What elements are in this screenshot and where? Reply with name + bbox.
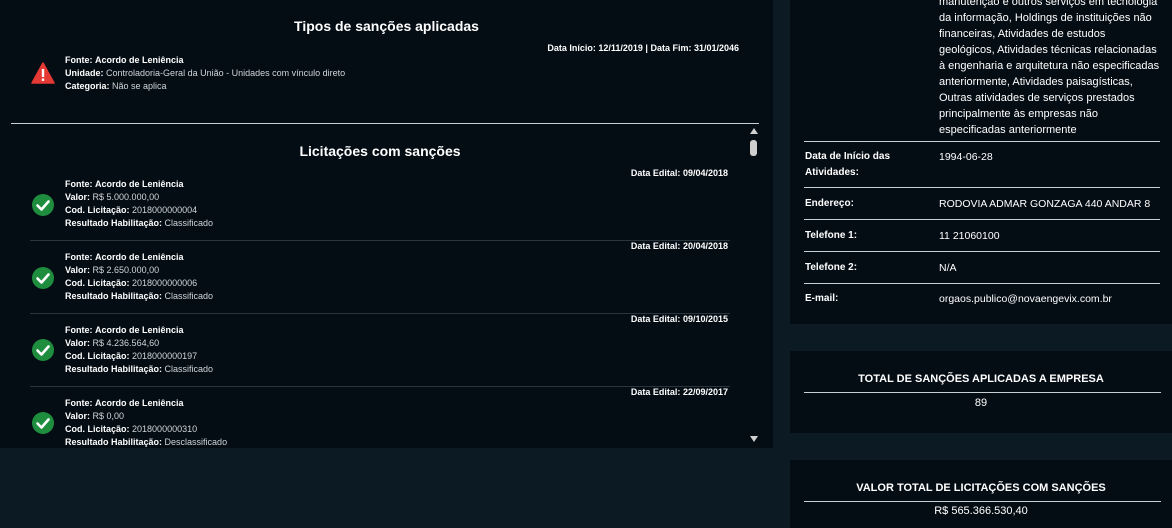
info-value: 11 21060100 <box>939 230 1000 242</box>
licitacoes-list[interactable]: Data Edital: 09/04/2018 Fonte: Acordo de… <box>0 0 760 448</box>
info-value: 1994-06-28 <box>939 151 993 163</box>
info-value: RODOVIA ADMAR GONZAGA 440 ANDAR 8 <box>939 198 1151 210</box>
info-value: N/A <box>939 262 957 274</box>
licitacao-details: Fonte: Acordo de Leniência Valor: R$ 2.6… <box>65 252 214 301</box>
info-key: Telefone 1: <box>805 230 858 241</box>
data-edital: Data Edital: 09/10/2015 <box>630 314 728 324</box>
info-key: Endereço: <box>805 198 854 209</box>
valor-total-value: R$ 565.366.530,40 <box>934 505 1028 517</box>
valor-total-card: VALOR TOTAL DE LICITAÇÕES COM SANÇÕES R$… <box>790 460 1172 528</box>
activities-value: manutenção e outros serviços em tecnolog… <box>939 0 1160 136</box>
sanctions-panel: Tipos de sanções aplicadas Data Início: … <box>0 0 773 448</box>
list-item: Data Edital: 09/10/2015 Fonte: Acordo de… <box>30 314 730 387</box>
card-divider <box>804 501 1161 502</box>
info-row-email: E-mail: orgaos.publico@novaengevix.com.b… <box>804 283 1160 315</box>
data-edital: Data Edital: 22/09/2017 <box>630 387 728 397</box>
page-background <box>0 448 773 528</box>
licitacao-details: Fonte: Acordo de Leniência Valor: R$ 0,0… <box>65 398 228 447</box>
scroll-up-arrow-icon[interactable] <box>750 128 758 134</box>
info-key: E-mail: <box>805 293 839 304</box>
card-divider <box>804 392 1161 393</box>
licitacao-details: Fonte: Acordo de Leniência Valor: R$ 5.0… <box>65 179 214 228</box>
info-row-start-date: Data de Início das Atividades: 1994-06-2… <box>804 141 1160 188</box>
info-row-phone2: Telefone 2: N/A <box>804 251 1160 283</box>
check-circle-icon <box>32 267 54 289</box>
scroll-down-arrow-icon[interactable] <box>750 436 758 442</box>
list-item: Data Edital: 20/04/2018 Fonte: Acordo de… <box>30 241 730 314</box>
valor-total-title: VALOR TOTAL DE LICITAÇÕES COM SANÇÕES <box>856 482 1106 494</box>
data-edital: Data Edital: 09/04/2018 <box>630 168 728 178</box>
total-sancoes-value: 89 <box>974 397 988 409</box>
list-item: Data Edital: 09/04/2018 Fonte: Acordo de… <box>30 168 730 241</box>
scroll-thumb[interactable] <box>750 140 757 156</box>
list-item: Data Edital: 22/09/2017 Fonte: Acordo de… <box>30 387 730 447</box>
licitacoes-scrollbar[interactable] <box>748 126 759 446</box>
info-key: Data de Início das Atividades: <box>805 151 891 178</box>
data-edital: Data Edital: 20/04/2018 <box>630 241 728 251</box>
company-info-card: manutenção e outros serviços em tecnolog… <box>790 0 1172 324</box>
check-circle-icon <box>32 412 54 434</box>
info-row-phone1: Telefone 1: 11 21060100 <box>804 219 1160 251</box>
info-row-address: Endereço: RODOVIA ADMAR GONZAGA 440 ANDA… <box>804 187 1160 219</box>
total-sancoes-title: TOTAL DE SANÇÕES APLICADAS A EMPRESA <box>858 373 1104 385</box>
total-sancoes-card: TOTAL DE SANÇÕES APLICADAS A EMPRESA 89 <box>790 351 1172 433</box>
check-circle-icon <box>32 194 54 216</box>
info-value[interactable]: orgaos.publico@novaengevix.com.br <box>939 291 1112 307</box>
check-circle-icon <box>32 339 54 361</box>
licitacao-details: Fonte: Acordo de Leniência Valor: R$ 4.2… <box>65 325 214 374</box>
info-key: Telefone 2: <box>805 262 858 273</box>
